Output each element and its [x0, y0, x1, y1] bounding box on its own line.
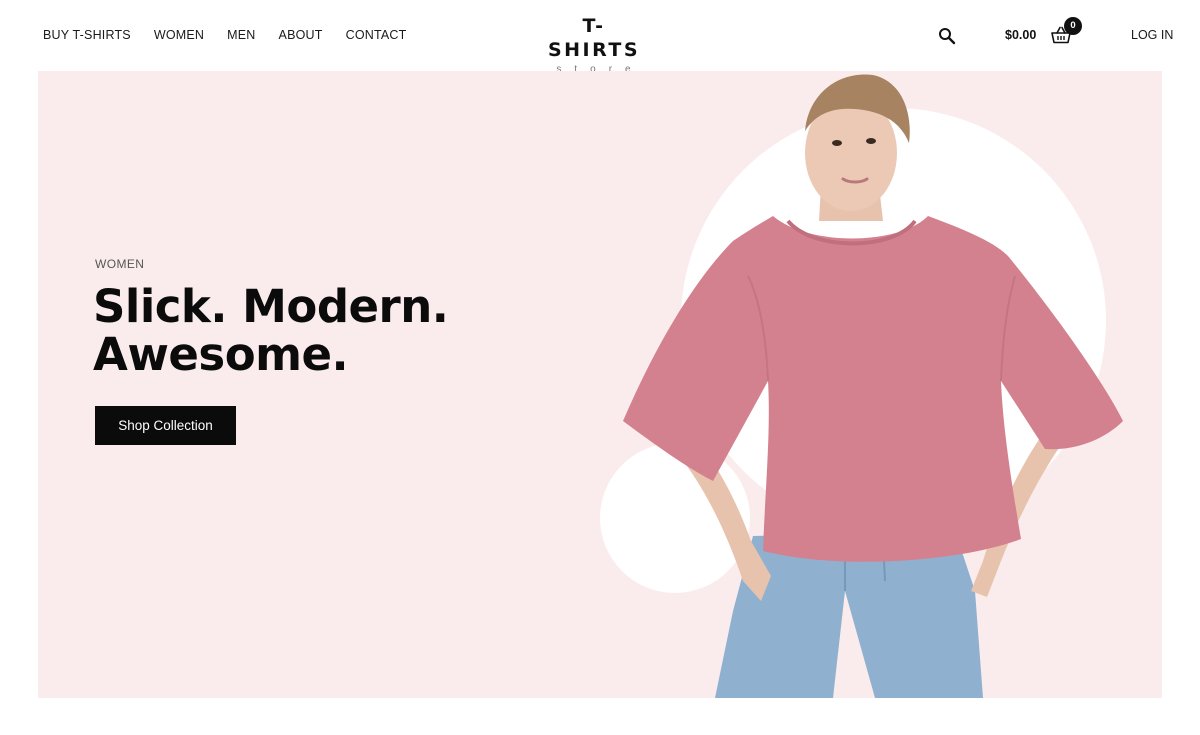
- logo-title: T-SHIRTS: [547, 15, 641, 61]
- site-logo[interactable]: T-SHIRTS store: [538, 14, 650, 77]
- nav-item-men[interactable]: MEN: [227, 27, 255, 43]
- cart-count-badge: 0: [1064, 17, 1082, 35]
- hero-headline-line1: Slick. Modern.: [93, 280, 449, 333]
- login-link[interactable]: LOG IN: [1131, 27, 1173, 43]
- hero-model-image: [623, 74, 1123, 698]
- shop-collection-button[interactable]: Shop Collection: [95, 406, 236, 445]
- cart-total[interactable]: $0.00: [1005, 27, 1036, 43]
- nav-item-women[interactable]: WOMEN: [154, 27, 204, 43]
- nav-item-about[interactable]: ABOUT: [279, 27, 323, 43]
- hero-eyebrow: WOMEN: [95, 257, 145, 271]
- nav-item-buy-tshirts[interactable]: BUY T-SHIRTS: [43, 27, 131, 43]
- hero-headline-line2: Awesome.: [93, 328, 349, 381]
- nav-item-contact[interactable]: CONTACT: [346, 27, 407, 43]
- hero-headline: Slick. Modern. Awesome.: [93, 283, 513, 379]
- hero-banner: WOMEN Slick. Modern. Awesome. Shop Colle…: [38, 71, 1162, 698]
- main-nav: BUY T-SHIRTS WOMEN MEN ABOUT CONTACT: [43, 27, 430, 43]
- site-header: BUY T-SHIRTS WOMEN MEN ABOUT CONTACT T-S…: [0, 0, 1200, 75]
- search-icon[interactable]: [938, 27, 956, 45]
